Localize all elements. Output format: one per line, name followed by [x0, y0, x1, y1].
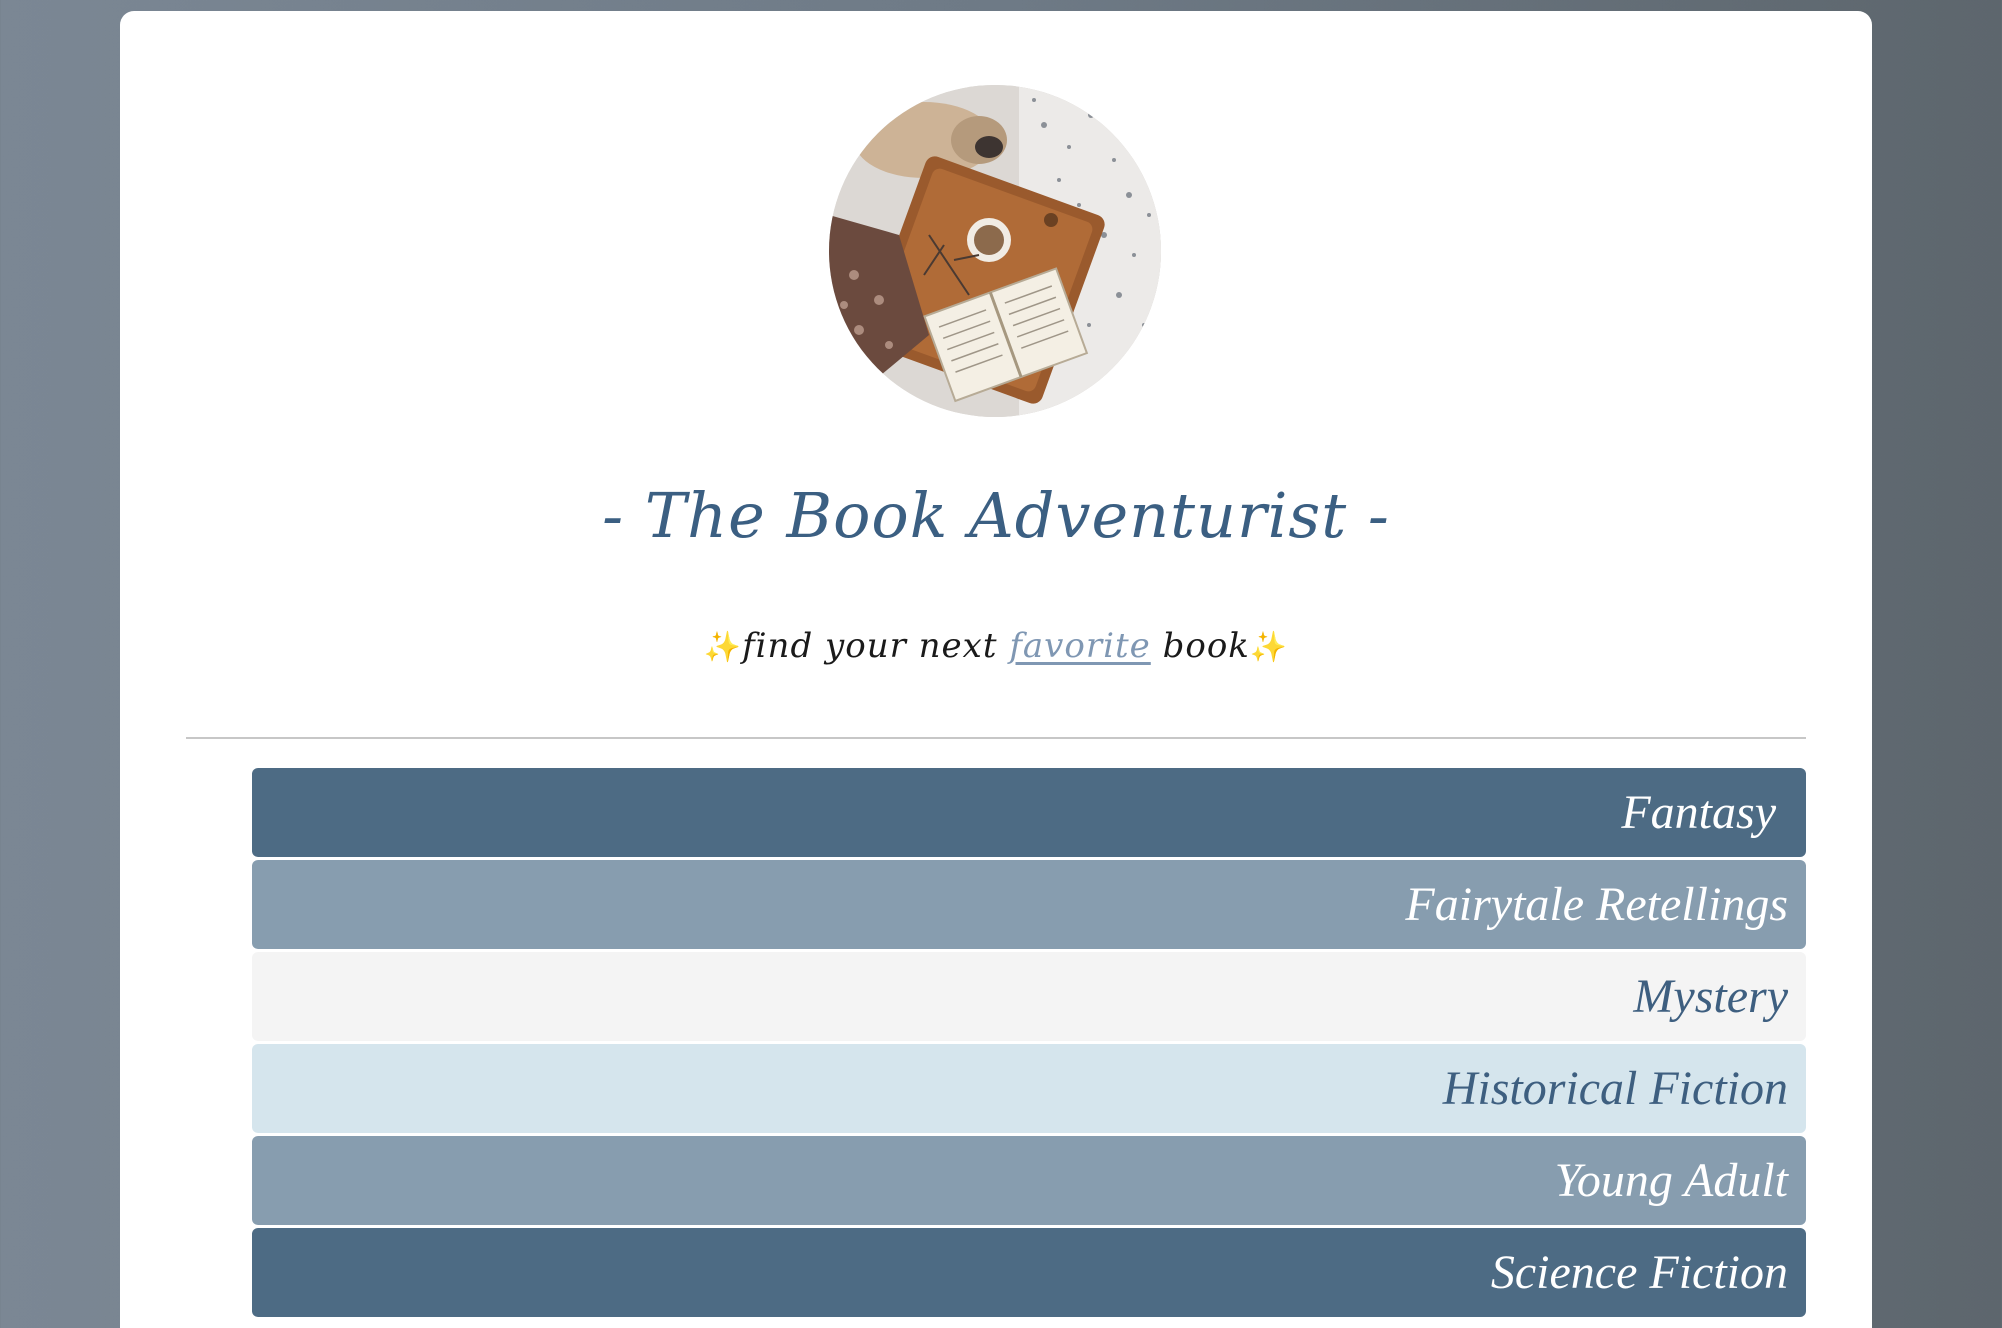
- tagline-text-start: find your next: [742, 626, 1010, 666]
- genre-link-young-adult[interactable]: Young Adult: [252, 1136, 1806, 1225]
- genre-link-fantasy[interactable]: Fantasy: [252, 768, 1806, 857]
- page-title: - The Book Adventurist -: [602, 479, 1390, 552]
- genre-link-science-fiction[interactable]: Science Fiction: [252, 1228, 1806, 1317]
- divider: [186, 737, 1806, 739]
- sparkle-icon: ✨: [703, 630, 743, 665]
- favorite-link[interactable]: favorite: [1009, 626, 1150, 666]
- profile-avatar: [829, 85, 1161, 417]
- profile-card: - The Book Adventurist - ✨find your next…: [120, 11, 1872, 1328]
- genre-link-mystery[interactable]: Mystery: [252, 952, 1806, 1041]
- genre-link-historical-fiction[interactable]: Historical Fiction: [252, 1044, 1806, 1133]
- genre-list: Fantasy Fairytale Retellings Mystery His…: [252, 768, 1806, 1320]
- sparkle-icon: ✨: [1249, 630, 1289, 665]
- genre-link-fairytale-retellings[interactable]: Fairytale Retellings: [252, 860, 1806, 949]
- tagline-text-end: book: [1150, 626, 1250, 666]
- tagline: ✨find your next favorite book✨: [120, 626, 1872, 666]
